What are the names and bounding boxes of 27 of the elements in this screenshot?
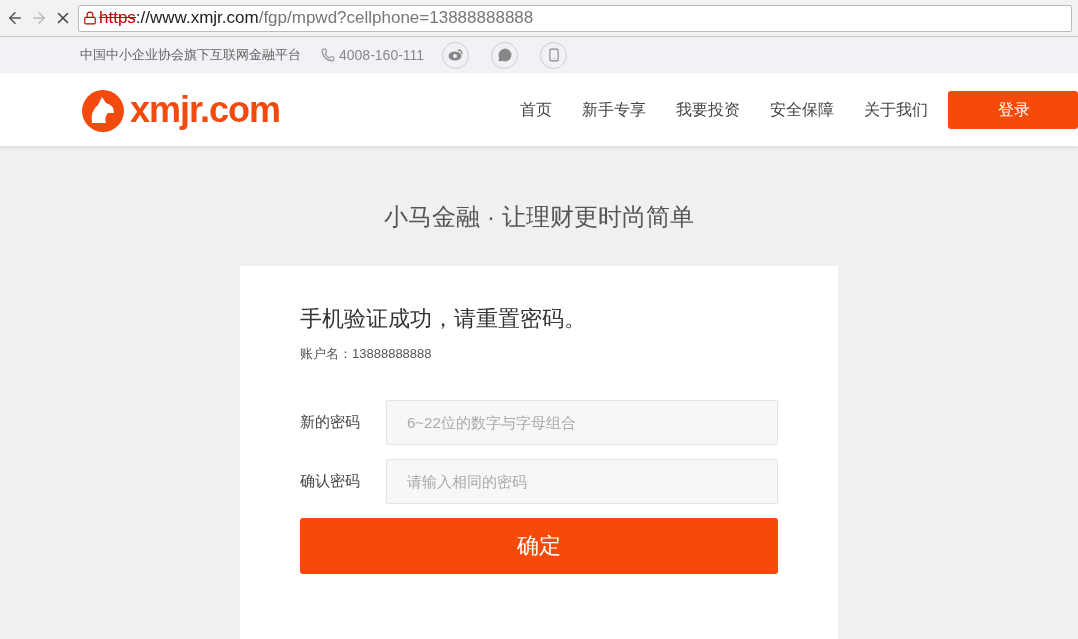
field-label: 确认密码 [300, 470, 361, 491]
address-bar[interactable]: https://www.xmjr.com/fgp/mpwd?cellphone=13888888888 [78, 4, 1072, 32]
nav-link[interactable]: 我要投资 [676, 97, 741, 122]
slogan-text: 中国中小企业协会旗下互联网金融平台 [80, 46, 301, 65]
url-path: /fgp/mpwd?cellphone=13888888888 [258, 7, 534, 30]
smartphone-icon [546, 48, 561, 62]
phone-number: 4008-160-111 [339, 45, 425, 65]
url-host: ://www.xmjr.com [135, 7, 259, 30]
nav-link[interactable]: 新手专享 [582, 97, 647, 122]
password-field[interactable]: 请输入相同的密码 [386, 458, 778, 504]
forward-icon[interactable] [30, 9, 48, 27]
account-name: 账户名：13888888888 [300, 345, 433, 363]
tagline: 小马金融 · 让理财更时尚简单 [384, 202, 694, 232]
nav-link[interactable]: 关于我们 [864, 97, 929, 122]
chat-icon [497, 48, 512, 62]
login-button[interactable]: 登录 [948, 90, 1078, 129]
url-scheme: https [99, 7, 136, 30]
submit-button[interactable]: 确定 [300, 517, 778, 574]
password-field[interactable]: 6~22位的数字与字母组合 [386, 399, 778, 445]
phone-icon [321, 48, 335, 62]
site-logo[interactable]: xmjr.com [80, 86, 281, 133]
field-label: 新的密码 [300, 411, 361, 432]
nav-link[interactable]: 首页 [520, 97, 553, 122]
logo-text: xmjr.com [130, 91, 281, 128]
nav-link[interactable]: 安全保障 [770, 97, 835, 122]
form-title: 手机验证成功，请重置密码。 [300, 305, 587, 333]
back-icon[interactable] [6, 9, 24, 27]
